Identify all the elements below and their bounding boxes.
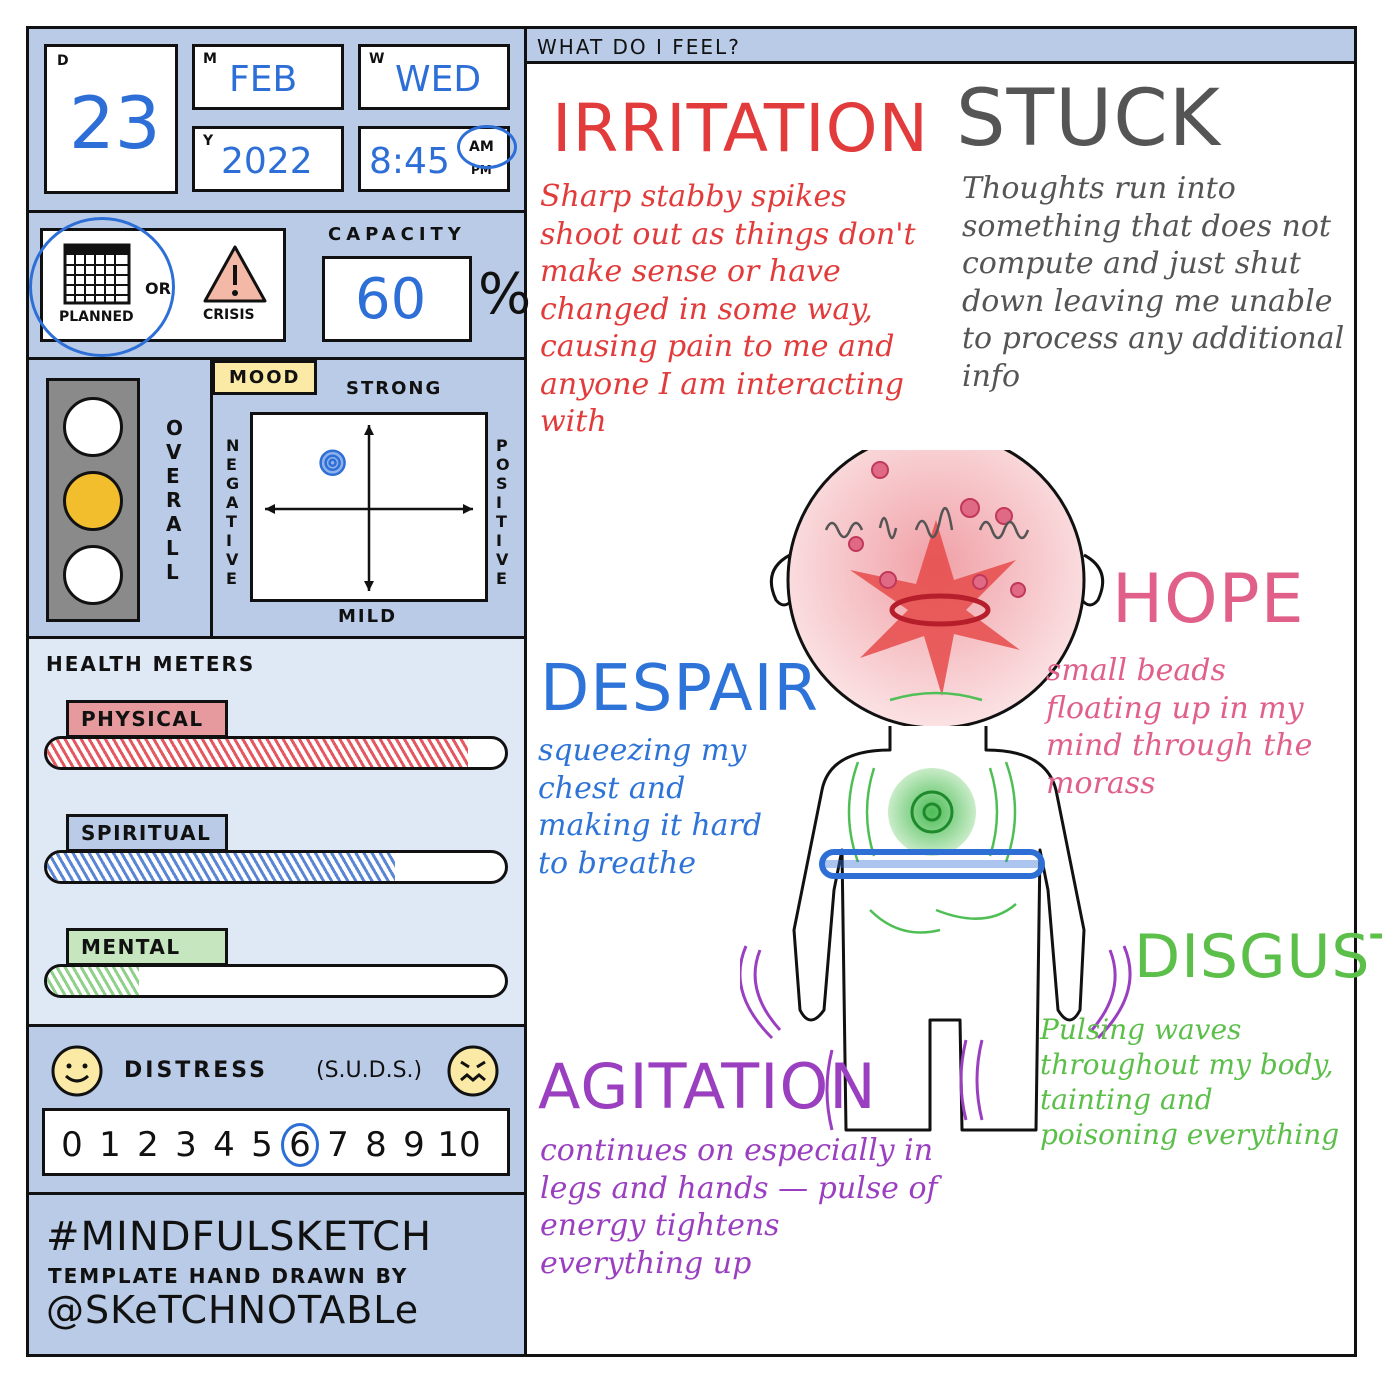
disgust-title: DISGUST bbox=[1134, 922, 1382, 992]
mood-top-label: STRONG bbox=[346, 378, 443, 399]
mood-axes bbox=[265, 425, 473, 591]
irritation-title: IRRITATION bbox=[552, 90, 929, 167]
suds-value[interactable]: 2 bbox=[129, 1125, 167, 1165]
distressed-face-icon bbox=[447, 1045, 499, 1097]
meter-fill-spiritual bbox=[47, 853, 396, 881]
credit-line: TEMPLATE HAND DRAWN BY bbox=[48, 1264, 409, 1288]
mood-point-ring bbox=[319, 449, 346, 477]
time-value: 8:45 bbox=[369, 141, 450, 182]
handle: @SKeTCHNOTABLe bbox=[46, 1288, 420, 1332]
capacity-value: 60 bbox=[355, 267, 427, 332]
health-title: HEALTH METERS bbox=[46, 652, 256, 676]
mood-bottom-label: MILD bbox=[338, 606, 398, 627]
hope-title: HOPE bbox=[1112, 560, 1305, 639]
mode-box: OR PLANNED CRISIS bbox=[29, 217, 286, 357]
agitation-text: continues on especially in legs and hand… bbox=[540, 1133, 938, 1281]
suds-label: (S.U.D.S.) bbox=[316, 1058, 423, 1083]
feel-header: WHAT DO I FEEL? bbox=[524, 26, 1357, 64]
day-field[interactable]: D 23 bbox=[44, 44, 178, 194]
calm-face-icon bbox=[51, 1045, 103, 1097]
warning-icon bbox=[203, 245, 267, 303]
hope-text: small beads floating up in my mind throu… bbox=[1046, 653, 1313, 801]
suds-value[interactable]: 1 bbox=[91, 1125, 129, 1165]
agitation-title: AGITATION bbox=[538, 1050, 877, 1123]
year-label: Y bbox=[203, 133, 214, 149]
feel-header-text: WHAT DO I FEEL? bbox=[537, 35, 741, 59]
month-label: M bbox=[203, 51, 217, 67]
suds-value[interactable]: 8 bbox=[357, 1125, 395, 1165]
traffic-light[interactable] bbox=[46, 378, 140, 622]
meter-fill-mental bbox=[47, 967, 139, 995]
despair-title: DESPAIR bbox=[540, 652, 819, 726]
red-light bbox=[63, 397, 123, 457]
mood-tag: MOOD bbox=[212, 360, 318, 395]
day-label: D bbox=[57, 53, 69, 69]
suds-selected-value[interactable]: 6 bbox=[281, 1123, 319, 1167]
distress-title: DISTRESS bbox=[124, 1058, 268, 1083]
overall-label: OVERALL bbox=[166, 416, 184, 584]
suds-scale[interactable]: 0 1 2 3 4 5 6 7 8 9 10 bbox=[42, 1108, 510, 1176]
suds-value[interactable]: 3 bbox=[167, 1125, 205, 1165]
day-value: 23 bbox=[69, 81, 161, 165]
meter-tab-physical: PHYSICAL bbox=[66, 700, 228, 738]
time-field[interactable]: 8:45 AM PM bbox=[358, 125, 517, 192]
planned-selected-circle bbox=[29, 217, 175, 357]
suds-value[interactable]: 4 bbox=[205, 1125, 243, 1165]
despair-text: squeezing my chest and making it hard to… bbox=[538, 733, 763, 881]
mood-point bbox=[319, 449, 346, 477]
stuck-title: STUCK bbox=[956, 74, 1221, 164]
crisis-option[interactable]: CRISIS bbox=[203, 307, 255, 323]
stuck-text: Thoughts run into something that does no… bbox=[962, 171, 1345, 394]
mood-right-label: POSITIVE bbox=[496, 436, 510, 588]
mood-grid[interactable] bbox=[250, 412, 488, 602]
mood-divider bbox=[210, 357, 213, 639]
weekday-field[interactable]: W WED bbox=[358, 44, 510, 110]
column-divider bbox=[524, 26, 527, 1357]
year-field[interactable]: Y 2022 bbox=[192, 126, 344, 192]
mood-left-label: NEGATIVE bbox=[226, 436, 240, 588]
meter-bar-spiritual[interactable] bbox=[44, 850, 508, 884]
meter-bar-mental[interactable] bbox=[44, 964, 508, 998]
suds-value[interactable]: 7 bbox=[319, 1125, 357, 1165]
suds-value[interactable]: 9 bbox=[395, 1125, 433, 1165]
irritation-text: Sharp stabby spikes shoot out as things … bbox=[540, 179, 916, 439]
weekday-label: W bbox=[369, 51, 385, 67]
suds-value[interactable]: 10 bbox=[433, 1125, 485, 1165]
weekday-value: WED bbox=[395, 59, 482, 100]
month-value: FEB bbox=[229, 59, 298, 100]
year-value: 2022 bbox=[221, 141, 313, 182]
meter-tab-mental: MENTAL bbox=[66, 928, 228, 966]
yellow-light bbox=[63, 471, 123, 531]
suds-value[interactable]: 0 bbox=[53, 1125, 91, 1165]
meter-tab-spiritual: SPIRITUAL bbox=[66, 814, 228, 852]
suds-value[interactable]: 5 bbox=[243, 1125, 281, 1165]
disgust-text: Pulsing waves throughout my body, tainti… bbox=[1040, 1013, 1340, 1151]
hashtag: #MINDFULSKETCH bbox=[46, 1214, 433, 1260]
meter-fill-physical bbox=[47, 739, 469, 767]
green-light bbox=[63, 545, 123, 605]
am-selected-circle bbox=[457, 125, 517, 169]
capacity-label: CAPACITY bbox=[328, 224, 466, 245]
capacity-field[interactable]: 60 bbox=[322, 256, 472, 342]
month-field[interactable]: M FEB bbox=[192, 44, 344, 110]
meter-bar-physical[interactable] bbox=[44, 736, 508, 770]
